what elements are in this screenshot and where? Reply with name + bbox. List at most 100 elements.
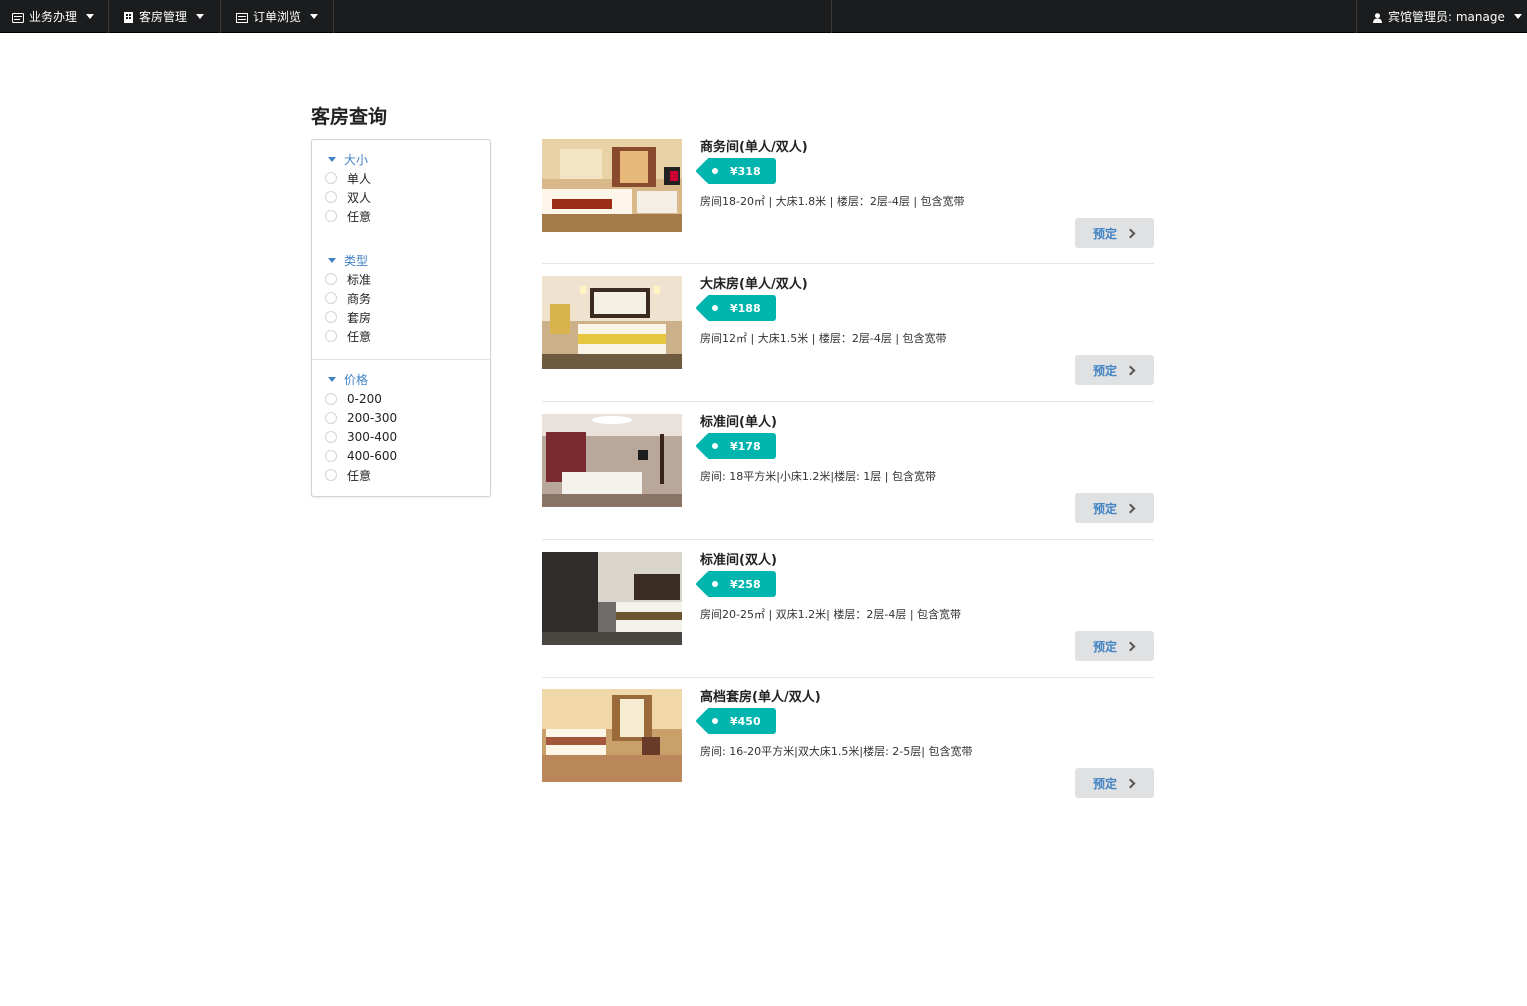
building-icon [124, 11, 134, 23]
book-button[interactable]: 预定 [1075, 768, 1154, 798]
nav-menu-room-management[interactable]: 客房管理 [109, 0, 221, 33]
filter-title-label: 类型 [344, 254, 369, 268]
filter-option-price-300-400[interactable]: 300-400 [325, 429, 397, 445]
filter-option-price-any[interactable]: 任意 [325, 467, 371, 483]
caret-down-icon [328, 377, 336, 382]
room-name[interactable]: 标准间(单人) [700, 411, 777, 430]
nav-divider [831, 0, 832, 33]
filter-option-type-any[interactable]: 任意 [325, 328, 371, 344]
room-name[interactable]: 大床房(单人/双人) [700, 273, 808, 292]
filter-title-label: 大小 [344, 153, 369, 167]
radio-button[interactable] [325, 292, 337, 304]
radio-button[interactable] [325, 273, 337, 285]
radio-button[interactable] [325, 450, 337, 462]
filter-panel: 大小 单人 双人 任意 类型 标准 商务 套房 任意 价格 0-200 200-… [311, 139, 491, 497]
price-label: ¥318 [730, 164, 761, 178]
option-label: 任意 [347, 209, 372, 224]
user-label: 宾馆管理员: manage [1388, 10, 1505, 24]
radio-button[interactable] [325, 469, 337, 481]
filter-title-label: 价格 [344, 373, 369, 387]
option-label: 套房 [347, 310, 372, 325]
caret-down-icon [328, 258, 336, 263]
price-label: ¥188 [730, 301, 761, 315]
book-button[interactable]: 预定 [1075, 355, 1154, 385]
chevron-right-icon [1125, 778, 1136, 788]
price-label: ¥178 [730, 439, 761, 453]
filter-option-size-double[interactable]: 双人 [325, 189, 371, 205]
filter-option-price-200-300[interactable]: 200-300 [325, 410, 397, 426]
filter-option-type-standard[interactable]: 标准 [325, 271, 371, 287]
filter-title-type[interactable]: 类型 [328, 252, 368, 269]
option-label: 0-200 [347, 392, 382, 406]
page-title: 客房查询 [311, 106, 388, 128]
room-description: 房间18-20㎡ | 大床1.8米 | 楼层：2层-4层 | 包含宽带 [700, 195, 965, 208]
radio-button[interactable] [325, 431, 337, 443]
option-label: 商务 [347, 291, 372, 306]
caret-down-icon [328, 157, 336, 162]
book-button[interactable]: 预定 [1075, 631, 1154, 661]
nav-menu-label: 订单浏览 [253, 10, 302, 24]
room-name[interactable]: 标准间(双人) [700, 549, 777, 568]
user-icon [1373, 12, 1383, 23]
room-description: 房间: 16-20平方米|双大床1.5米|楼层: 2-5层| 包含宽带 [700, 745, 973, 758]
room-item: 商务间(单人/双人) ¥318 房间18-20㎡ | 大床1.8米 | 楼层：2… [542, 139, 1154, 264]
room-item: 标准间(单人) ¥178 房间: 18平方米|小床1.2米|楼层: 1层 | 包… [542, 414, 1154, 540]
filter-group-price: 价格 0-200 200-300 300-400 400-600 任意 [312, 359, 490, 497]
room-name[interactable]: 高档套房(单人/双人) [700, 686, 821, 705]
filter-option-type-business[interactable]: 商务 [325, 290, 371, 306]
book-button[interactable]: 预定 [1075, 493, 1154, 523]
room-photo-suite [542, 689, 682, 782]
filter-option-size-single[interactable]: 单人 [325, 170, 371, 186]
price-tag: ¥318 [708, 158, 776, 184]
chevron-right-icon [1125, 503, 1136, 513]
book-button-label: 预定 [1093, 501, 1118, 516]
room-item: 高档套房(单人/双人) ¥450 房间: 16-20平方米|双大床1.5米|楼层… [542, 689, 1154, 815]
nav-menu-business[interactable]: 业务办理 [0, 0, 109, 33]
filter-option-price-400-600[interactable]: 400-600 [325, 448, 397, 464]
filter-title-size[interactable]: 大小 [328, 151, 368, 168]
nav-menu-order-browse[interactable]: 订单浏览 [221, 0, 334, 33]
chevron-down-icon [86, 14, 95, 19]
option-label: 任意 [347, 468, 372, 483]
chevron-right-icon [1125, 365, 1136, 375]
room-description: 房间20-25㎡ | 双床1.2米| 楼层：2层-4层 | 包含宽带 [700, 608, 962, 621]
option-label: 标准 [347, 272, 372, 287]
radio-button[interactable] [325, 393, 337, 405]
book-button-label: 预定 [1093, 639, 1118, 654]
book-button[interactable]: 预定 [1075, 218, 1154, 248]
radio-button[interactable] [325, 311, 337, 323]
option-label: 任意 [347, 329, 372, 344]
book-button-label: 预定 [1093, 226, 1118, 241]
room-photo-standard-double [542, 552, 682, 645]
nav-user-menu[interactable]: 宾馆管理员: manage [1356, 0, 1527, 33]
filter-option-price-0-200[interactable]: 0-200 [325, 391, 382, 407]
option-label: 双人 [347, 190, 372, 205]
filter-option-size-any[interactable]: 任意 [325, 208, 371, 224]
price-tag: ¥188 [708, 295, 776, 321]
radio-button[interactable] [325, 210, 337, 222]
chevron-down-icon [1513, 14, 1522, 19]
price-label: ¥450 [730, 714, 761, 728]
option-label: 200-300 [347, 411, 398, 425]
option-label: 400-600 [347, 449, 398, 463]
room-item: 标准间(双人) ¥258 房间20-25㎡ | 双床1.2米| 楼层：2层-4层… [542, 552, 1154, 678]
book-button-label: 预定 [1093, 776, 1118, 791]
chevron-down-icon [310, 14, 319, 19]
price-tag: ¥450 [708, 708, 776, 734]
radio-button[interactable] [325, 172, 337, 184]
option-label: 单人 [347, 171, 372, 186]
nav-menu-label: 客房管理 [139, 10, 188, 24]
list-icon [236, 12, 248, 23]
chevron-right-icon [1125, 228, 1136, 238]
radio-button[interactable] [325, 191, 337, 203]
chevron-right-icon [1125, 641, 1136, 651]
book-button-label: 预定 [1093, 363, 1118, 378]
option-label: 300-400 [347, 430, 398, 444]
filter-title-price[interactable]: 价格 [328, 371, 368, 388]
filter-option-type-suite[interactable]: 套房 [325, 309, 371, 325]
radio-button[interactable] [325, 330, 337, 342]
price-tag: ¥178 [708, 433, 776, 459]
room-name[interactable]: 商务间(单人/双人) [700, 136, 808, 155]
chevron-down-icon [196, 14, 205, 19]
radio-button[interactable] [325, 412, 337, 424]
